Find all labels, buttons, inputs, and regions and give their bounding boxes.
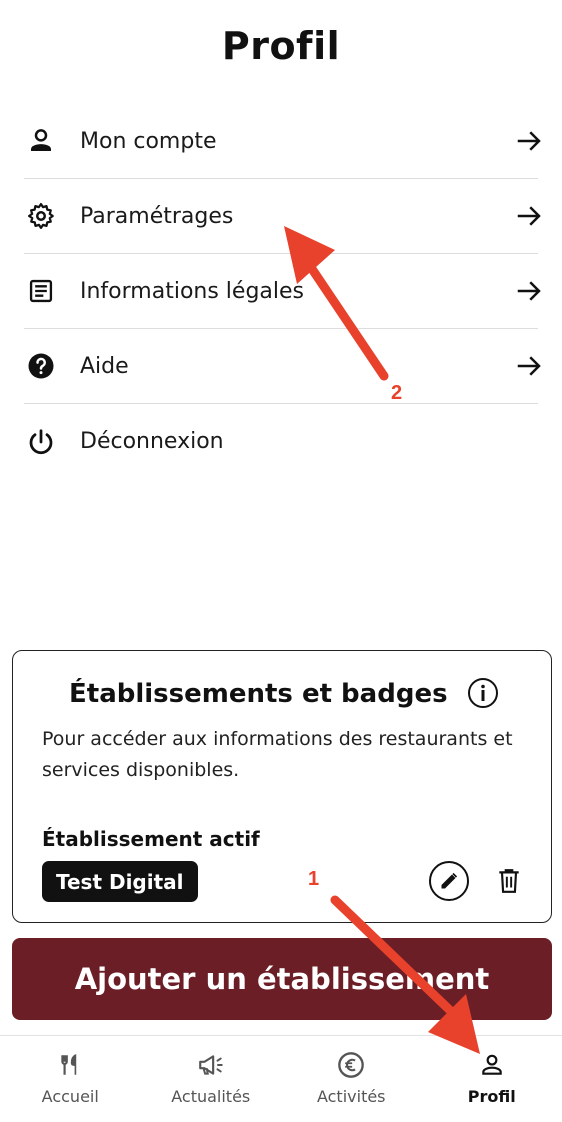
gear-icon: [24, 199, 58, 233]
menu-item-label: Mon compte: [80, 128, 217, 154]
card-description: Pour accéder aux informations des restau…: [42, 728, 513, 781]
tab-label: Profil: [467, 1087, 516, 1106]
menu-item-label: Paramétrages: [80, 203, 234, 229]
card-title: Établissements et badges: [69, 679, 448, 709]
add-establishment-button[interactable]: Ajouter un établissement: [12, 938, 552, 1020]
menu-item-aide[interactable]: Aide: [24, 329, 541, 404]
menu-item-label: Déconnexion: [80, 429, 224, 454]
profile-menu: Mon compte Paramétrages Informations lég…: [24, 104, 541, 479]
arrow-right-icon: [508, 348, 544, 384]
edit-button[interactable]: [429, 861, 469, 901]
power-icon: [24, 425, 58, 459]
annotation-marker-2: 2: [391, 382, 403, 404]
establishments-card: Établissements et badges Pour accéder au…: [12, 650, 552, 923]
tab-actualites[interactable]: Actualités: [141, 1036, 282, 1122]
page-title: Profil: [221, 24, 341, 68]
tab-accueil[interactable]: Accueil: [0, 1036, 141, 1122]
tab-label: Accueil: [41, 1087, 99, 1106]
person-icon: [478, 1051, 506, 1079]
bottom-tab-bar: Accueil Actualités Activités Profil: [0, 1035, 562, 1122]
arrow-right-icon: [508, 198, 544, 234]
info-icon[interactable]: [467, 677, 499, 709]
arrow-right-icon: [508, 123, 544, 159]
menu-item-parametrages[interactable]: Paramétrages: [24, 179, 541, 254]
menu-item-label: Aide: [80, 353, 129, 379]
tab-activites[interactable]: Activités: [281, 1036, 422, 1122]
tab-profil[interactable]: Profil: [422, 1036, 562, 1122]
euro-icon: [337, 1051, 365, 1079]
menu-item-mon-compte[interactable]: Mon compte: [24, 104, 541, 179]
fork-knife-icon: [56, 1051, 84, 1079]
tab-label: Activités: [316, 1087, 386, 1106]
trash-icon: [499, 869, 519, 893]
pencil-icon: [441, 872, 458, 889]
annotation-marker-1: 1: [308, 868, 320, 890]
menu-item-informations-legales[interactable]: Informations légales: [24, 254, 541, 329]
menu-item-label: Informations légales: [80, 278, 305, 304]
help-icon: [24, 349, 58, 383]
tab-label: Actualités: [171, 1087, 251, 1106]
delete-button[interactable]: [491, 863, 527, 899]
megaphone-icon: [197, 1051, 225, 1079]
arrow-right-icon: [508, 273, 544, 309]
menu-item-deconnexion[interactable]: Déconnexion: [24, 404, 538, 479]
active-establishment-badge: Test Digital: [42, 861, 198, 902]
person-icon: [24, 124, 58, 158]
active-establishment-label: Établissement actif: [42, 827, 260, 851]
document-icon: [24, 274, 58, 308]
